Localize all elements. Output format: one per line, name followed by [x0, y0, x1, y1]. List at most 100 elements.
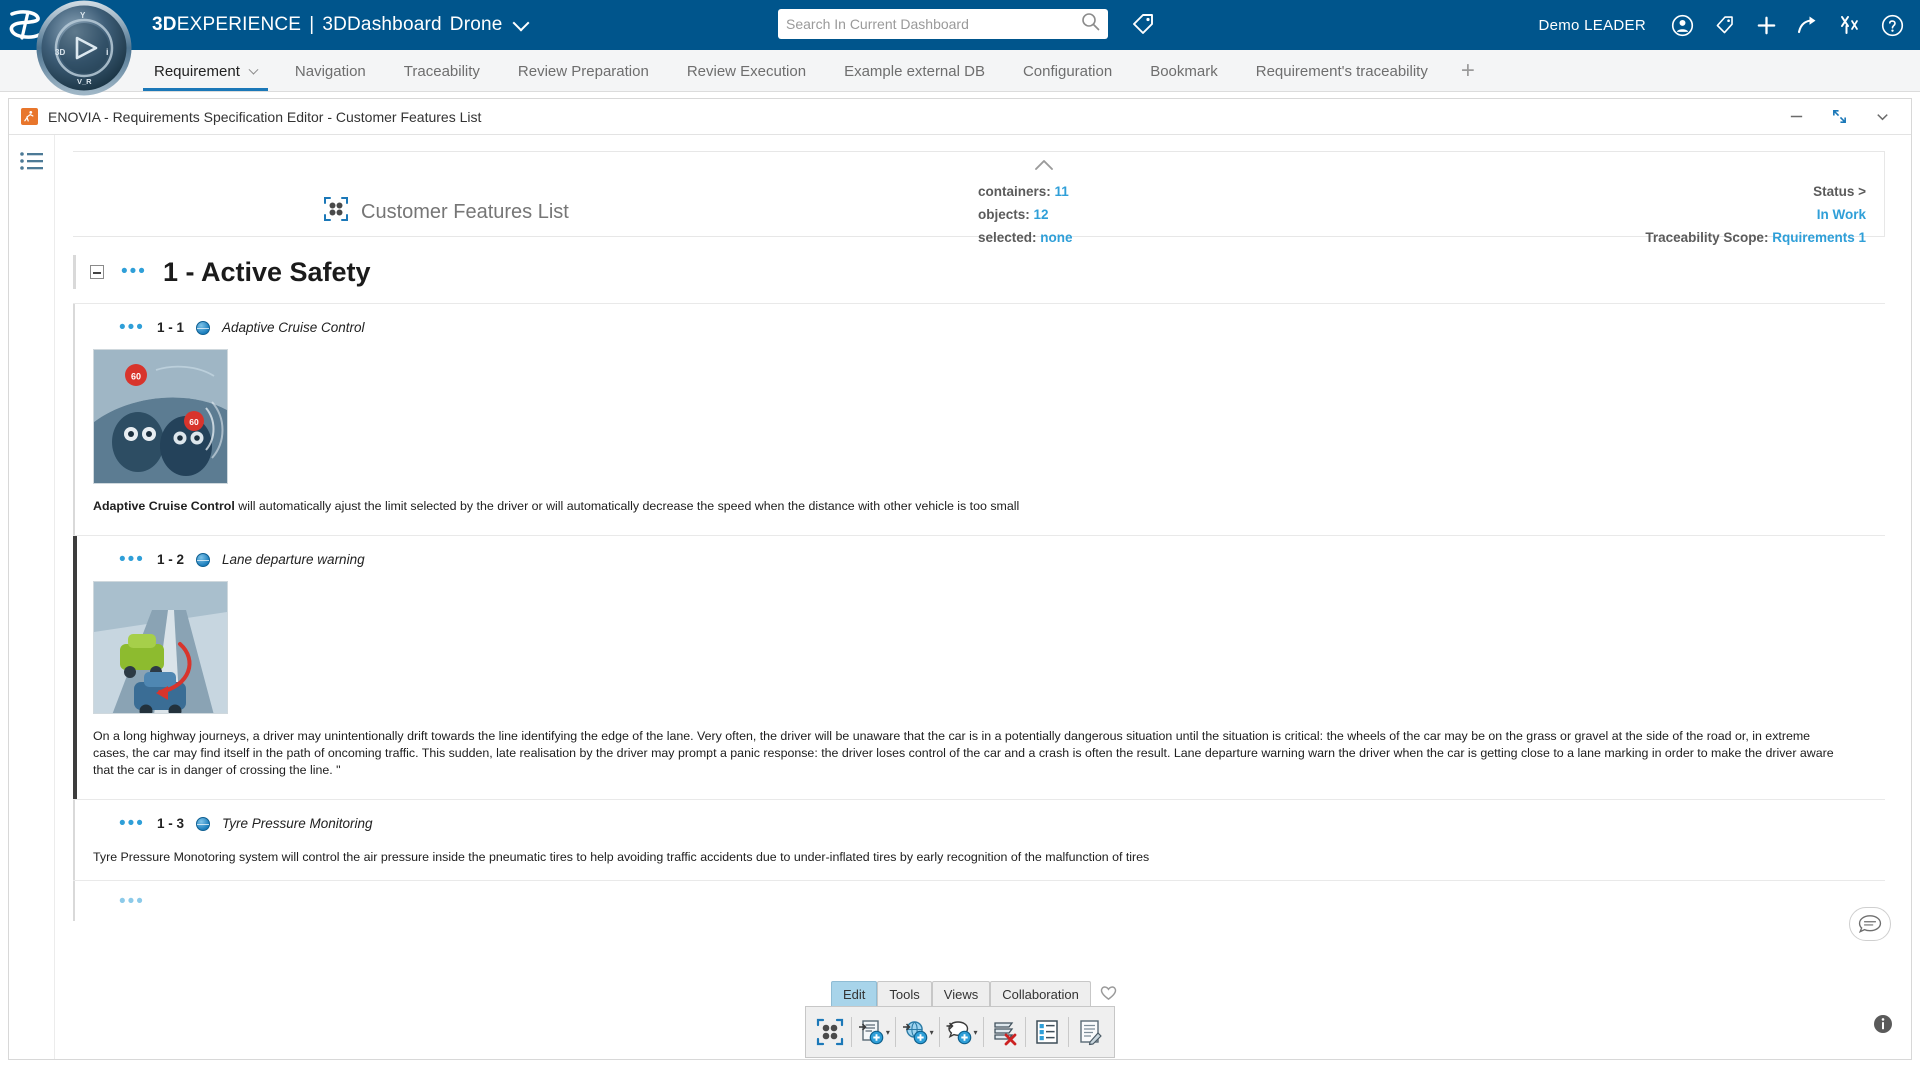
dashboard-tab-strip: Requirement Navigation Traceability Revi…: [0, 50, 1920, 92]
brand-rest: EXPERIENCE: [176, 14, 302, 35]
enovia-app-icon: [21, 108, 38, 125]
chevron-down-icon[interactable]: ▾: [930, 1028, 934, 1037]
collapse-caret-icon[interactable]: [1033, 158, 1055, 177]
top-header-bar: 3D i V_R Y 3DEXPERIENCE | 3DDashboard Dr…: [0, 0, 1920, 96]
requirement-number: 1 - 3: [156, 816, 184, 831]
select-specification-icon[interactable]: [814, 1013, 846, 1051]
traceability-scope-value[interactable]: Rquirements 1: [1772, 230, 1866, 245]
tab-label: Configuration: [1022, 63, 1113, 80]
requirement-context-menu-icon[interactable]: •••: [119, 892, 145, 911]
enovia-app-window: ENOVIA - Requirements Specification Edit…: [8, 98, 1912, 1060]
status-badge[interactable]: In Work: [1645, 203, 1866, 226]
requirement-block-partial: •••: [73, 881, 1885, 921]
requirement-header: •••: [73, 892, 1885, 911]
section-title: 1 - Active Safety: [162, 256, 371, 287]
tab-label: Traceability: [403, 63, 480, 80]
tools-icon[interactable]: [1838, 13, 1862, 37]
status-panel: Status > In Work Traceability Scope: Rqu…: [1645, 180, 1866, 249]
delete-requirement-icon[interactable]: [988, 1013, 1020, 1051]
requirement-context-menu-icon[interactable]: •••: [119, 814, 145, 833]
search-icon[interactable]: [1081, 12, 1100, 36]
new-requirement-icon[interactable]: ▾: [857, 1013, 890, 1051]
minimize-icon[interactable]: [1788, 108, 1805, 125]
requirement-accent-bar: [73, 536, 77, 799]
svg-text:3D: 3D: [55, 48, 65, 57]
status-label[interactable]: Status >: [1645, 180, 1866, 203]
restore-icon[interactable]: [1831, 108, 1848, 125]
label-icon[interactable]: [1712, 13, 1736, 37]
chevron-down-icon[interactable]: [248, 64, 259, 75]
compass-icon[interactable]: 3D i V_R Y: [36, 0, 132, 96]
tab-label: Navigation: [294, 63, 366, 80]
requirement-accent-bar: [73, 800, 75, 880]
search-input[interactable]: [786, 16, 1081, 32]
tab-requirements-traceability[interactable]: Requirement's traceability: [1237, 63, 1447, 91]
chevron-down-icon[interactable]: [1874, 108, 1891, 125]
objects-count-row: objects: 12: [978, 203, 1073, 226]
list-view-icon[interactable]: [19, 151, 45, 1059]
app-title[interactable]: 3DEXPERIENCE | 3DDashboard Drone: [152, 14, 530, 36]
plus-icon[interactable]: [1754, 13, 1778, 37]
tag-icon[interactable]: [1130, 12, 1156, 43]
toolbar-divider: [1068, 1017, 1070, 1047]
specification-icon: [323, 196, 349, 228]
selected-label: selected:: [978, 230, 1037, 245]
requirement-context-menu-icon[interactable]: •••: [119, 550, 145, 569]
toolbar-tab-views[interactable]: Views: [931, 981, 991, 1006]
tab-configuration[interactable]: Configuration: [1004, 63, 1131, 91]
requirement-body-text: Tyre Pressure Monotoring system will con…: [93, 850, 1150, 864]
tab-example-external-db[interactable]: Example external DB: [825, 63, 1004, 91]
chat-bubble-icon[interactable]: [1849, 907, 1891, 941]
tab-review-preparation[interactable]: Review Preparation: [499, 63, 668, 91]
chevron-down-icon[interactable]: ▾: [974, 1028, 978, 1037]
title-separator: |: [309, 14, 315, 35]
chevron-down-icon[interactable]: [512, 14, 530, 31]
tab-bookmark[interactable]: Bookmark: [1131, 63, 1237, 91]
counts-panel: containers: 11 objects: 12 selected: non…: [978, 180, 1073, 249]
requirement-thumbnail[interactable]: 60 60: [93, 349, 228, 484]
user-avatar-icon[interactable]: [1670, 13, 1694, 37]
page-title: Customer Features List: [361, 200, 569, 223]
chevron-down-icon[interactable]: ▾: [886, 1028, 890, 1037]
header-right-tools: Demo LEADER: [1538, 0, 1904, 50]
document-area: Customer Features List containers: 11 ob…: [55, 135, 1911, 1059]
toolbar-tab-tools[interactable]: Tools: [877, 981, 932, 1006]
objects-label: objects:: [978, 207, 1030, 222]
requirement-number: 1 - 1: [156, 320, 184, 335]
toolbar-tab-edit[interactable]: Edit: [831, 981, 878, 1006]
toolbar-tab-row: Edit Tools Views Collaboration: [805, 981, 1118, 1006]
svg-text:Y: Y: [80, 11, 86, 20]
toolbar-divider: [894, 1017, 896, 1047]
add-tab-button[interactable]: +: [1447, 57, 1489, 91]
requirement-type-icon: [195, 552, 210, 567]
properties-list-icon[interactable]: [1031, 1013, 1063, 1051]
objects-value[interactable]: 12: [1034, 207, 1049, 222]
requirement-thumbnail[interactable]: [93, 581, 228, 714]
toolbar-divider: [850, 1017, 852, 1047]
requirement-name[interactable]: Adaptive Cruise Control: [222, 320, 365, 335]
containers-value[interactable]: 11: [1055, 184, 1069, 199]
help-icon[interactable]: [1880, 13, 1904, 37]
requirement-name[interactable]: Tyre Pressure Monitoring: [222, 816, 373, 831]
section-context-menu-icon[interactable]: •••: [121, 262, 147, 281]
section-collapse-toggle[interactable]: [90, 265, 104, 279]
selected-value[interactable]: none: [1040, 230, 1072, 245]
requirement-type-icon: [195, 816, 210, 831]
search-box[interactable]: [778, 9, 1108, 39]
toolbar-tab-collaboration[interactable]: Collaboration: [990, 981, 1091, 1006]
document-header-band: Customer Features List containers: 11 ob…: [73, 151, 1885, 245]
tab-review-execution[interactable]: Review Execution: [668, 63, 825, 91]
heart-icon[interactable]: [1099, 984, 1118, 1006]
report-icon[interactable]: [1074, 1013, 1106, 1051]
new-comment-icon[interactable]: ▾: [945, 1013, 978, 1051]
share-arrow-icon[interactable]: [1796, 13, 1820, 37]
requirement-name[interactable]: Lane departure warning: [222, 552, 365, 567]
requirement-context-menu-icon[interactable]: •••: [119, 318, 145, 337]
tab-navigation[interactable]: Navigation: [276, 63, 385, 91]
bottom-action-toolbar: Edit Tools Views Collaboration ▾ ▾ ▾: [805, 981, 1118, 1058]
containers-count-row: containers: 11: [978, 180, 1073, 203]
tab-traceability[interactable]: Traceability: [385, 63, 499, 91]
new-requirement-spec-icon[interactable]: ▾: [901, 1013, 934, 1051]
info-icon[interactable]: [1873, 1014, 1893, 1039]
tab-requirement[interactable]: Requirement: [135, 63, 276, 91]
